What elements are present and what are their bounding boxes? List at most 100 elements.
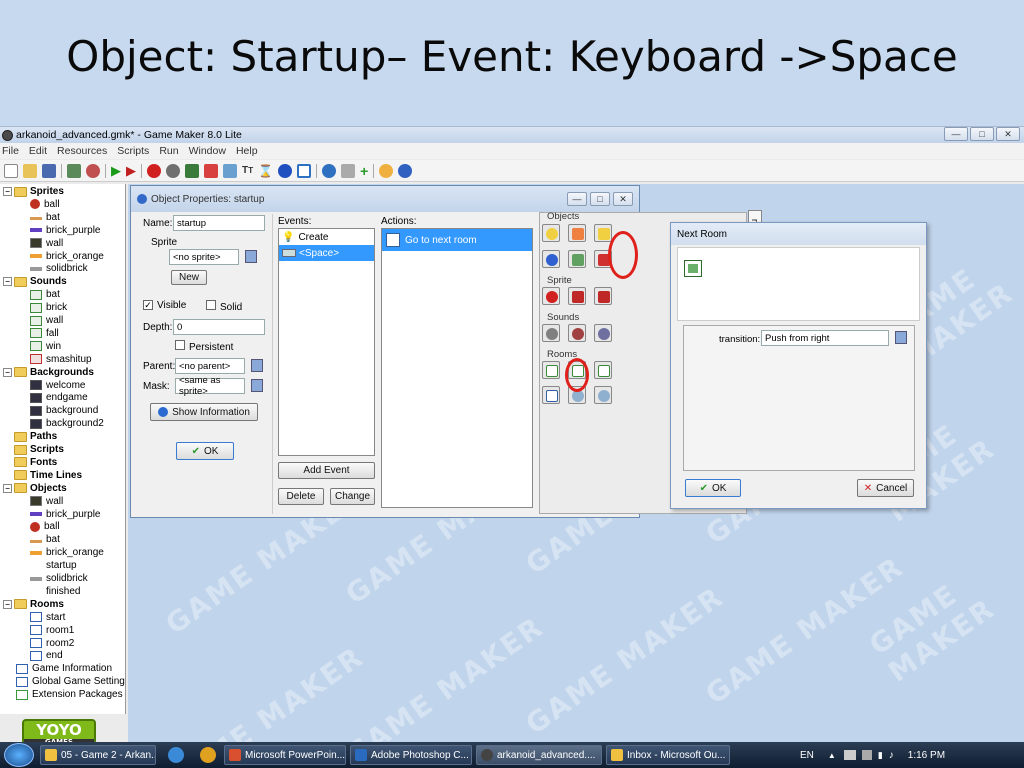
close-button[interactable]: ✕ <box>996 127 1020 141</box>
new-sprite-button[interactable]: New <box>171 270 207 285</box>
add-event-button[interactable]: Add Event <box>278 462 375 479</box>
add-script-icon[interactable] <box>223 163 237 178</box>
transition-field[interactable]: Push from right <box>761 330 889 346</box>
tree-item-room2[interactable]: room2 <box>30 637 74 650</box>
sprite-menu-icon[interactable] <box>245 250 257 263</box>
tree-item-room1[interactable]: room1 <box>30 624 74 637</box>
object-close-button[interactable]: ✕ <box>613 192 633 206</box>
task-photoshop[interactable]: Adobe Photoshop C... <box>350 745 472 765</box>
network-icon[interactable]: ▮ <box>878 750 883 761</box>
menu-window[interactable]: Window <box>189 145 226 157</box>
tree-item-background2[interactable]: background2 <box>30 417 104 430</box>
add-timeline-icon[interactable]: ⌛ <box>258 164 273 178</box>
object-maximize-button[interactable]: □ <box>590 192 610 206</box>
start-button[interactable] <box>4 743 34 767</box>
global-settings-icon[interactable] <box>341 163 356 178</box>
tree-item-wall[interactable]: wall <box>30 495 63 508</box>
tree-folder-fonts[interactable]: Fonts <box>3 456 57 469</box>
task-powerpoint[interactable]: Microsoft PowerPoin... <box>224 745 346 765</box>
transform-sprite-action[interactable] <box>568 287 586 305</box>
color-sprite-action[interactable] <box>594 287 612 305</box>
play-sound-action[interactable] <box>542 324 560 342</box>
internet-explorer-icon[interactable] <box>168 747 184 763</box>
tray-app-icon[interactable] <box>843 750 856 760</box>
visible-checkbox[interactable]: ✓ Visible <box>143 300 186 311</box>
next-room-ok-button[interactable]: ✔ OK <box>685 479 741 497</box>
tree-item-brick[interactable]: brick <box>30 301 67 314</box>
tree-item-brick-purple[interactable]: brick_purple <box>30 508 100 521</box>
tree-item-welcome[interactable]: welcome <box>30 379 85 392</box>
object-ok-button[interactable]: ✔ OK <box>176 442 234 460</box>
collapse-icon[interactable]: − <box>3 599 12 609</box>
menu-scripts[interactable]: Scripts <box>117 145 149 157</box>
restart-room-action[interactable] <box>594 361 612 379</box>
show-information-button[interactable]: Show Information <box>150 403 258 421</box>
add-background-icon[interactable] <box>185 163 199 178</box>
open-file-icon[interactable] <box>23 163 37 178</box>
tree-item-extension-packages[interactable]: Extension Packages <box>16 688 123 701</box>
stop-sound-action[interactable] <box>568 324 586 342</box>
solid-checkbox[interactable]: Solid <box>206 300 242 313</box>
publish-icon[interactable] <box>86 163 100 178</box>
tree-item-start[interactable]: start <box>30 611 65 624</box>
tree-item-global-game-settings[interactable]: Global Game Settings <box>16 675 125 688</box>
volume-icon[interactable]: ♪ <box>889 750 894 761</box>
action-go-to-next-room[interactable]: Go to next room <box>382 229 532 251</box>
collapse-icon[interactable]: − <box>3 187 12 196</box>
persistent-checkbox[interactable]: Persistent <box>175 340 233 353</box>
previous-room-action[interactable] <box>542 361 560 379</box>
collapse-icon[interactable]: − <box>3 483 12 493</box>
name-field[interactable]: startup <box>173 215 265 231</box>
check-sound-action[interactable] <box>594 324 612 342</box>
menu-file[interactable]: File <box>2 145 19 157</box>
tree-folder-sounds[interactable]: − Sounds <box>3 275 67 288</box>
tree-item-background[interactable]: background <box>30 404 98 417</box>
create-moving-action[interactable] <box>568 224 586 242</box>
clock[interactable]: 1:16 PM <box>908 750 945 761</box>
advanced-mode-icon[interactable] <box>379 163 394 178</box>
tree-folder-paths[interactable]: Paths <box>3 430 57 443</box>
tree-item-solidbrick[interactable]: solidbrick <box>30 262 88 275</box>
add-object-icon[interactable] <box>278 163 293 178</box>
tree-item-wall[interactable]: wall <box>30 314 63 327</box>
depth-field[interactable]: 0 <box>173 319 265 335</box>
tree-item-end[interactable]: end <box>30 649 63 662</box>
collapse-icon[interactable]: − <box>3 367 12 377</box>
tree-folder-time-lines[interactable]: Time Lines <box>3 469 82 482</box>
object-minimize-button[interactable]: — <box>567 192 587 206</box>
tree-folder-scripts[interactable]: Scripts <box>3 443 64 456</box>
event-space[interactable]: <Space> <box>279 245 374 261</box>
tree-folder-sprites[interactable]: − Sprites <box>3 185 64 198</box>
menu-resources[interactable]: Resources <box>57 145 107 157</box>
different-room-action[interactable] <box>542 386 560 404</box>
event-create[interactable]: 💡 Create <box>279 229 374 245</box>
extension-packages-icon[interactable]: + <box>360 163 368 179</box>
show-hidden-icons-icon[interactable]: ▲ <box>828 751 836 760</box>
collapse-icon[interactable]: − <box>3 277 12 287</box>
maximize-button[interactable]: □ <box>970 127 994 141</box>
action-center-icon[interactable] <box>861 750 872 760</box>
new-file-icon[interactable] <box>4 163 18 178</box>
chrome-icon[interactable] <box>200 747 216 763</box>
parent-menu-icon[interactable] <box>251 359 263 372</box>
tree-item-brick-orange[interactable]: brick_orange <box>30 546 104 559</box>
sprite-field[interactable]: <no sprite> <box>169 249 239 265</box>
tree-folder-objects[interactable]: − Objects <box>3 482 67 495</box>
mask-field[interactable]: <same as sprite> <box>175 375 245 397</box>
tree-item-startup[interactable]: startup <box>30 559 77 572</box>
run-game-icon[interactable]: ▶ <box>111 163 121 179</box>
menu-edit[interactable]: Edit <box>29 145 47 157</box>
tree-item-ball[interactable]: ball <box>30 520 60 533</box>
tree-item-endgame[interactable]: endgame <box>30 391 88 404</box>
menu-help[interactable]: Help <box>236 145 258 157</box>
add-room-icon[interactable] <box>297 163 312 178</box>
menu-run[interactable]: Run <box>159 145 178 157</box>
tree-item-wall[interactable]: wall <box>30 237 63 250</box>
add-path-icon[interactable] <box>204 163 218 178</box>
add-sprite-icon[interactable] <box>147 163 161 178</box>
minimize-button[interactable]: — <box>944 127 968 141</box>
tree-item-brick-purple[interactable]: brick_purple <box>30 224 100 237</box>
tree-item-ball[interactable]: ball <box>30 198 60 211</box>
tree-item-finished[interactable]: finished <box>30 585 80 598</box>
tree-item-win[interactable]: win <box>30 340 61 353</box>
